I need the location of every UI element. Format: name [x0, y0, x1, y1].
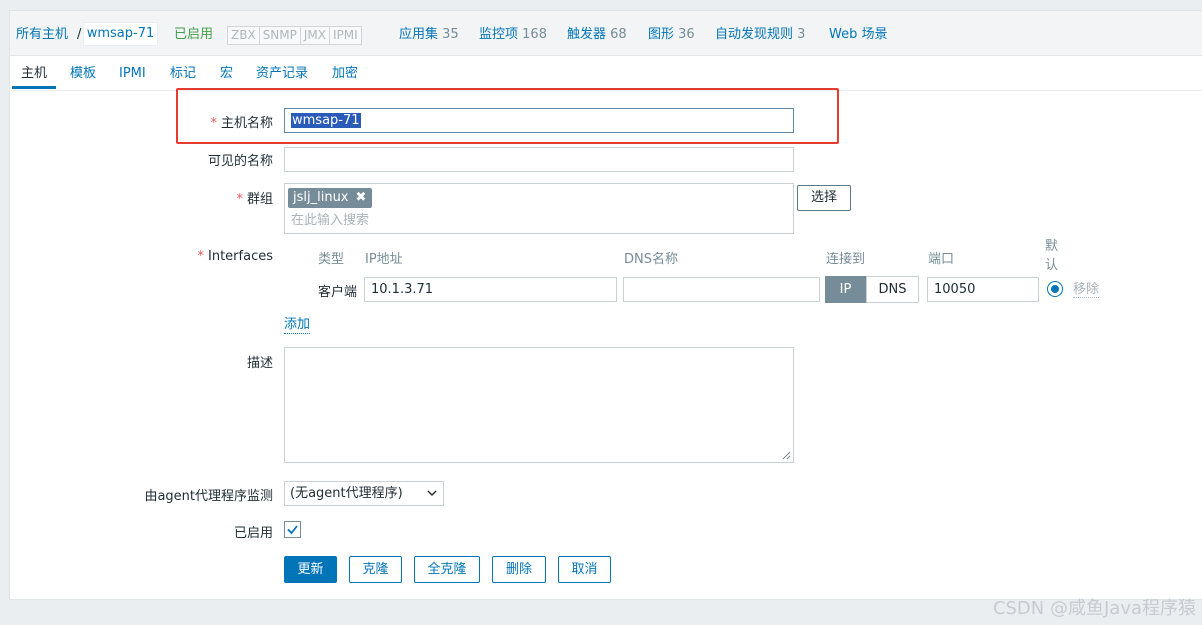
link-applications-label: 应用集	[399, 27, 439, 42]
link-applications-count: 35	[442, 27, 459, 42]
host-status-enabled[interactable]: 已启用	[174, 26, 213, 44]
availability-snmp: SNMP	[259, 27, 301, 44]
delete-button[interactable]: 删除	[492, 556, 546, 583]
description-label: 描述	[246, 356, 273, 371]
visible-name-input[interactable]	[284, 147, 794, 172]
connect-dns-button[interactable]: DNS	[866, 276, 919, 303]
link-graphs-label: 图形	[648, 27, 675, 42]
groups-label: * 群组	[110, 188, 273, 207]
breadcrumb-host[interactable]: wmsap-71	[83, 22, 158, 46]
link-discovery-count: 3	[797, 27, 806, 42]
breadcrumb-separator: /	[77, 27, 82, 42]
link-graphs[interactable]: 图形 36	[648, 26, 695, 44]
group-tag: jslj_linux ✖	[288, 188, 373, 208]
interface-ip-input[interactable]: 10.1.3.71	[364, 277, 617, 302]
connect-ip-button[interactable]: IP	[825, 276, 866, 303]
visible-name-label: 可见的名称	[207, 154, 273, 169]
link-items-label: 监控项	[479, 27, 519, 42]
host-edit-panel: 所有主机 / wmsap-71 已启用 ZBX SNMP JMX IPMI 应用…	[9, 10, 1202, 600]
availability-zbx: ZBX	[228, 27, 260, 44]
interfaces-col-port: 端口	[928, 252, 955, 267]
tab-tags[interactable]: 标记	[170, 63, 196, 89]
chevron-down-icon	[427, 490, 437, 496]
group-tag-label: jslj_linux	[293, 190, 349, 205]
availability-ipmi: IPMI	[330, 27, 361, 44]
link-items-count: 168	[522, 27, 547, 42]
cancel-button[interactable]: 取消	[558, 556, 611, 583]
link-triggers[interactable]: 触发器 68	[567, 26, 627, 44]
host-tabs: 主机 模板 IPMI 标记 宏 资产记录 加密	[10, 56, 1202, 91]
interfaces-col-default: 默认	[1045, 239, 1059, 273]
proxy-select[interactable]: (无agent代理程序)	[284, 481, 444, 506]
remove-interface-link[interactable]: 移除	[1073, 282, 1100, 298]
availability-jmx: JMX	[300, 27, 330, 44]
proxy-select-value: (无agent代理程序)	[290, 486, 403, 501]
tab-host[interactable]: 主机	[12, 63, 57, 89]
groups-multiselect[interactable]: jslj_linux ✖ 在此输入搜索	[284, 183, 794, 234]
select-groups-button[interactable]: 选择	[797, 185, 851, 211]
clone-button[interactable]: 克隆	[349, 556, 402, 583]
highlight-annotation-box	[176, 88, 839, 144]
link-web-scenarios[interactable]: Web 场景	[829, 26, 887, 44]
add-interface-link[interactable]: 添加	[284, 317, 311, 334]
link-applications[interactable]: 应用集 35	[399, 26, 459, 44]
groups-label-text: 群组	[246, 192, 273, 207]
interfaces-label: * Interfaces	[110, 249, 273, 264]
link-discovery-rules[interactable]: 自动发现规则 3	[715, 26, 805, 44]
full-clone-button[interactable]: 全克隆	[414, 556, 480, 583]
tab-macros[interactable]: 宏	[220, 63, 233, 89]
enabled-checkbox[interactable]	[284, 521, 301, 538]
host-header-bar: 所有主机 / wmsap-71 已启用 ZBX SNMP JMX IPMI 应用…	[10, 11, 1202, 56]
csdn-watermark: CSDN @咸鱼Java程序猿	[992, 598, 1196, 619]
required-mark: *	[197, 249, 205, 264]
description-textarea[interactable]	[284, 347, 794, 463]
interface-type-agent: 客户端	[318, 285, 358, 300]
tab-encryption[interactable]: 加密	[332, 63, 358, 89]
availability-indicators: ZBX SNMP JMX IPMI	[227, 26, 362, 45]
link-discovery-label: 自动发现规则	[715, 27, 794, 42]
required-mark: *	[236, 192, 243, 207]
interfaces-col-dns: DNS名称	[624, 252, 678, 267]
resize-grip-icon[interactable]	[782, 451, 791, 460]
tab-ipmi[interactable]: IPMI	[119, 63, 146, 89]
interface-dns-input[interactable]	[623, 277, 820, 302]
link-items[interactable]: 监控项 168	[479, 26, 547, 44]
interfaces-col-type: 类型	[318, 252, 345, 267]
remove-tag-icon[interactable]: ✖	[356, 190, 367, 205]
default-interface-radio[interactable]	[1047, 281, 1063, 297]
interfaces-col-ip: IP地址	[365, 252, 403, 267]
update-button[interactable]: 更新	[284, 556, 337, 583]
enabled-label: 已启用	[233, 526, 273, 541]
link-triggers-count: 68	[610, 27, 627, 42]
breadcrumb-all-hosts[interactable]: 所有主机	[16, 26, 68, 44]
groups-search-placeholder[interactable]: 在此输入搜索	[291, 209, 369, 232]
interface-port-input[interactable]: 10050	[927, 277, 1039, 302]
interfaces-label-text: Interfaces	[208, 249, 273, 264]
link-graphs-count: 36	[678, 27, 695, 42]
connect-to-toggle: IP DNS	[825, 276, 919, 303]
tab-templates[interactable]: 模板	[70, 63, 96, 89]
interfaces-col-connect: 连接到	[826, 252, 866, 267]
tab-inventory[interactable]: 资产记录	[256, 63, 308, 89]
checkmark-icon	[287, 525, 298, 535]
link-triggers-label: 触发器	[567, 27, 607, 42]
proxy-label: 由agent代理程序监测	[144, 489, 273, 504]
